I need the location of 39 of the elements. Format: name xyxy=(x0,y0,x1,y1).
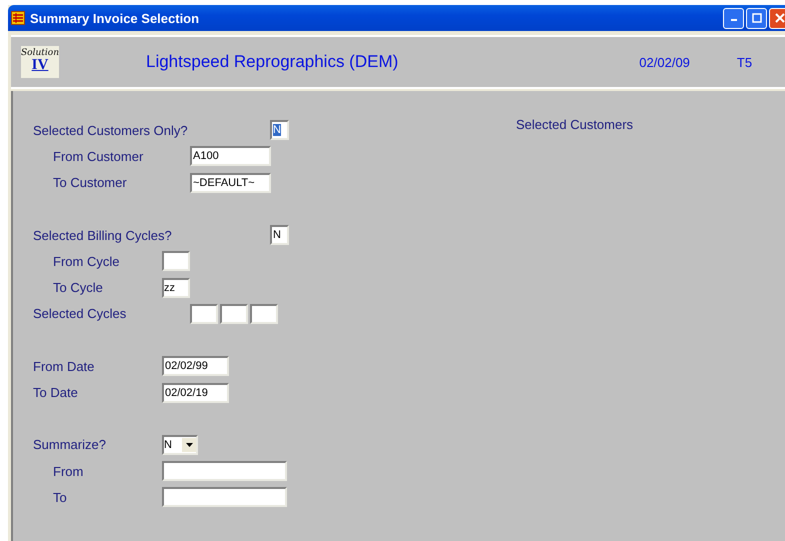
input-field[interactable]: 02/02/99 xyxy=(162,356,229,376)
input-field[interactable]: N xyxy=(270,120,289,140)
input-field[interactable] xyxy=(220,304,248,324)
input-field[interactable] xyxy=(190,304,218,324)
field-label: Selected Customers Only? xyxy=(33,122,188,138)
field-label: To Customer xyxy=(53,175,127,190)
field-label: To xyxy=(53,490,67,505)
minimize-button[interactable] xyxy=(723,8,744,28)
terminal-text: T5 xyxy=(736,54,752,70)
input-field[interactable]: zz xyxy=(162,278,190,298)
input-field[interactable] xyxy=(250,304,278,324)
window-title: Summary Invoice Selection xyxy=(30,10,200,26)
section-label: Selected Customers xyxy=(516,117,634,132)
field-label: From Customer xyxy=(53,148,144,164)
company-name: Lightspeed Reprographics (DEM) xyxy=(146,52,398,72)
field-label: From xyxy=(53,464,84,479)
field-label: Selected Cycles xyxy=(33,306,126,322)
input-field[interactable]: 02/02/19 xyxy=(162,382,229,403)
maximize-icon xyxy=(752,13,762,23)
close-button[interactable] xyxy=(769,8,785,28)
input-field[interactable] xyxy=(162,251,190,272)
grid-icon xyxy=(11,11,25,25)
input-field[interactable] xyxy=(162,487,287,508)
field-label: Selected Billing Cycles? xyxy=(33,228,172,243)
maximize-button[interactable] xyxy=(746,8,767,28)
logo: Solution IV xyxy=(21,46,59,78)
close-icon xyxy=(774,13,784,23)
caret-icon xyxy=(186,442,192,447)
field-label: From Date xyxy=(33,358,94,374)
input-field[interactable] xyxy=(162,461,287,482)
field-label: Summarize? xyxy=(33,437,106,452)
date-text: 02/02/09 xyxy=(639,54,690,70)
input-field[interactable]: A100 xyxy=(190,146,271,166)
field-label: To Date xyxy=(33,385,78,400)
field-label: To Cycle xyxy=(53,280,103,296)
input-field[interactable]: ~DEFAULT~ xyxy=(190,172,271,193)
input-field[interactable]: N xyxy=(270,225,289,246)
field-label: From Cycle xyxy=(53,254,120,269)
dropdown[interactable]: N xyxy=(162,434,198,455)
